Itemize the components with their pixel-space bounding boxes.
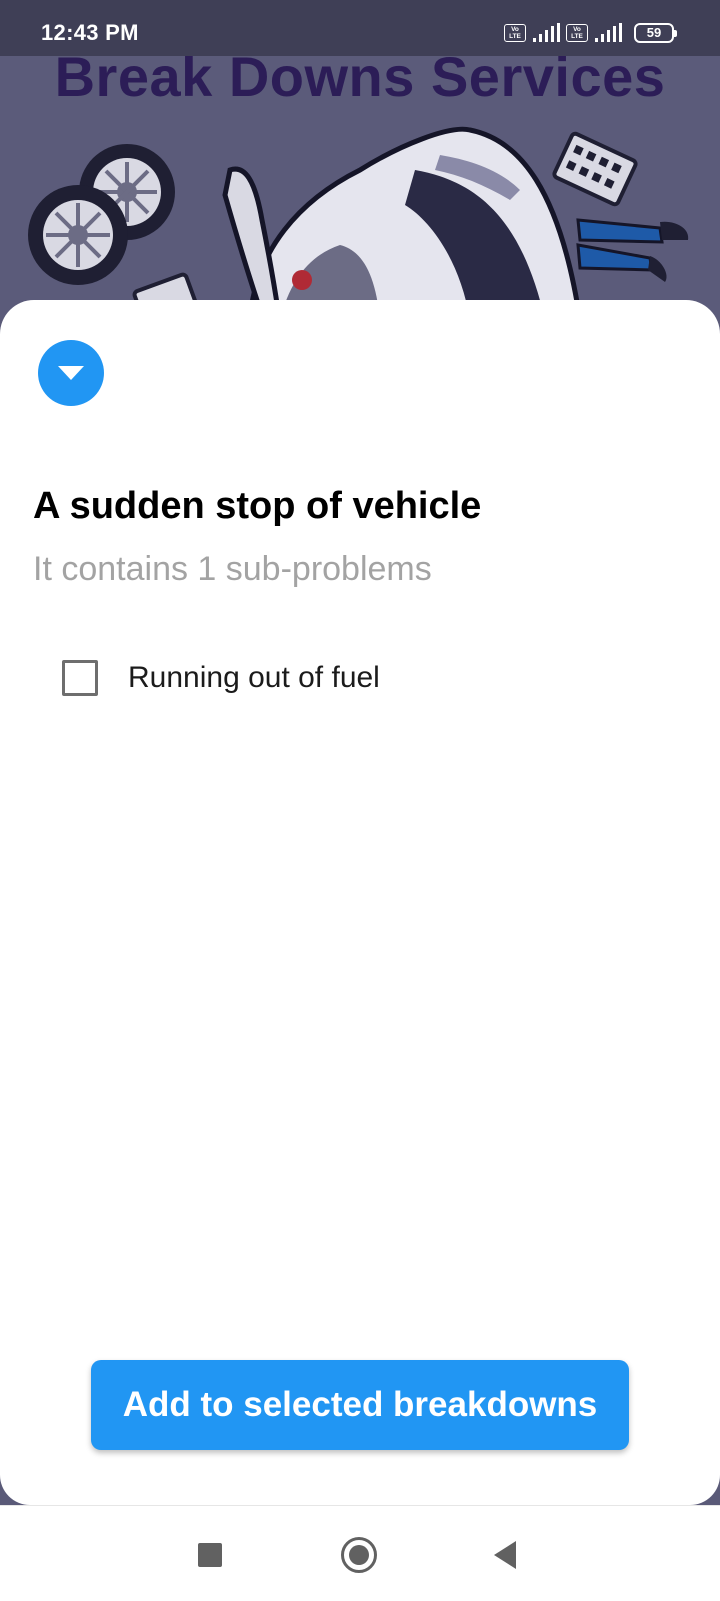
subproblem-label: Running out of fuel	[128, 661, 380, 694]
home-button[interactable]	[341, 1537, 377, 1573]
status-time: 12:43 PM	[41, 20, 139, 45]
tire-front-icon	[28, 185, 128, 285]
toolbox-icon	[552, 131, 638, 207]
caret-down-icon	[58, 366, 84, 380]
signal-icon	[595, 23, 622, 42]
collapse-button[interactable]	[38, 340, 104, 406]
battery-level: 59	[646, 25, 662, 40]
mechanic-icon	[576, 218, 689, 282]
status-bar: 12:43 PM Vo LTE Vo LTE 59	[0, 0, 720, 56]
problem-title: A sudden stop of vehicle	[33, 485, 482, 527]
battery-icon: 59	[634, 23, 677, 43]
status-icons: Vo LTE Vo LTE 59	[504, 23, 677, 43]
back-button[interactable]	[494, 1541, 516, 1569]
add-to-selected-breakdowns-button[interactable]: Add to selected breakdowns	[91, 1360, 629, 1450]
car-icon	[222, 126, 583, 320]
recents-button[interactable]	[198, 1543, 222, 1567]
car-repair-illustration	[28, 126, 689, 320]
bottom-sheet: A sudden stop of vehicle It contains 1 s…	[0, 300, 720, 1505]
navigation-bar	[0, 1505, 720, 1601]
problem-subtitle: It contains 1 sub-problems	[33, 550, 432, 588]
volte-icon: Vo LTE	[566, 24, 588, 42]
subproblem-checkbox[interactable]	[62, 660, 98, 696]
volte-icon: Vo LTE	[504, 24, 526, 42]
signal-icon	[533, 23, 560, 42]
subproblem-item[interactable]: Running out of fuel	[62, 660, 380, 696]
